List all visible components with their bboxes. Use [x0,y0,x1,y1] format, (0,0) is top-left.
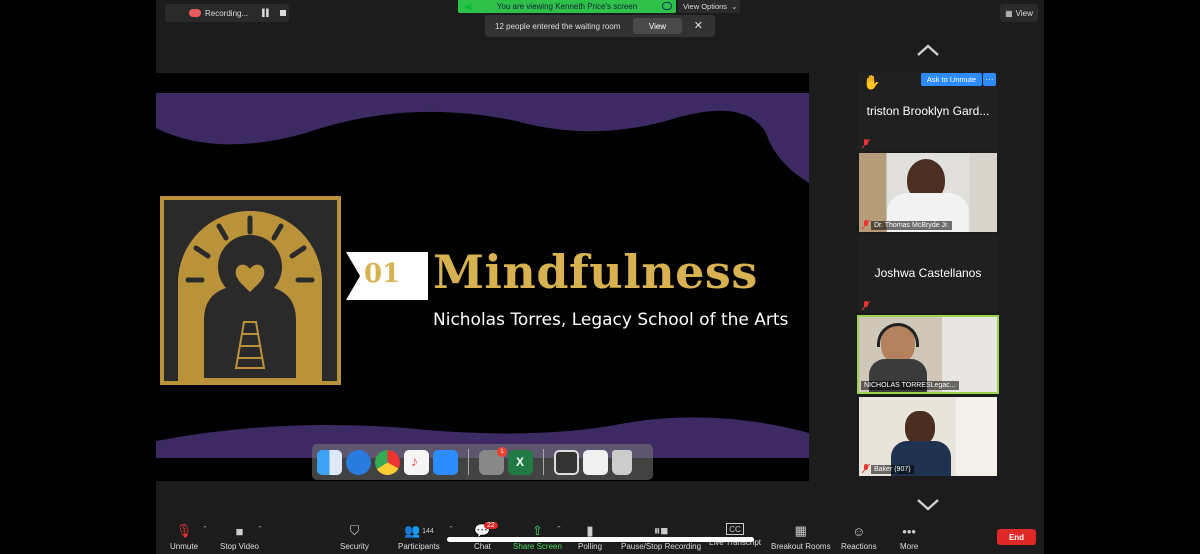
viewing-screen-banner: ◀) You are viewing Kenneth Price's scree… [458,0,676,13]
shared-screen-slide: 01 Mindfulness Nicholas Torres, Legacy S… [156,73,809,481]
participant-tile[interactable]: Joshwa Castellanos [859,234,997,313]
excel-icon[interactable]: X [508,449,533,475]
dock-separator [468,449,469,475]
participants-count: 144 [422,527,434,535]
dock-separator [543,449,544,475]
end-meeting-button[interactable]: End [997,529,1036,545]
participant-name: triston Brooklyn Gard... [866,104,990,118]
closed-caption-icon: CC [726,523,744,535]
notification-badge: 1 [497,446,507,457]
chevron-down-icon: ⌄ [731,2,738,11]
reactions-button[interactable]: ☺ Reactions [841,523,877,552]
trash-icon[interactable] [612,449,632,475]
participants-button[interactable]: 👥 144 Participants [398,523,440,551]
participant-tile[interactable]: Baker (907) [859,397,997,476]
security-button[interactable]: ⛉ Security [340,523,369,551]
school-logo [160,196,341,385]
recording-label: Recording... [205,8,249,18]
zoom-icon[interactable] [433,449,458,475]
live-transcript-button[interactable]: CC Live Transcript [709,523,761,547]
participant-tile[interactable]: Dr. Thomas McBryde Jr. [859,153,997,232]
stop-video-button[interactable]: ■ Stop Video [220,523,259,552]
participant-name: NICHOLAS TORRESLegac... [861,381,959,390]
finder-icon[interactable] [317,449,342,475]
mic-muted-icon [862,464,870,473]
pause-recording-icon[interactable]: ▌▌ [262,10,271,17]
viewing-banner-text: You are viewing Kenneth Price's screen [496,2,638,11]
section-number: 01 [364,259,401,289]
mic-muted-icon: 🎙 [175,523,193,538]
slide-title: Mindfulness [433,245,758,299]
unmute-button[interactable]: 🎙 Unmute [170,523,198,551]
speaker-icon: ◀) [464,2,473,11]
more-button[interactable]: ••• More [900,523,918,552]
view-options-label: View Options [683,2,728,11]
safari-icon[interactable] [346,449,371,475]
active-speaker-tile[interactable]: NICHOLAS TORRESLegac... [857,315,999,394]
view-options-dropdown[interactable]: View Options ⌄ [678,0,740,13]
horizontal-scrollbar[interactable] [447,537,754,542]
macos-dock: ♪ 1 X [312,444,653,480]
ask-to-unmute-button[interactable]: Ask to Unmute [921,73,982,86]
waiting-room-notification: 12 people entered the waiting room View … [485,15,715,37]
scroll-down-arrow-icon[interactable] [916,497,940,511]
slide-subtitle: Nicholas Torres, Legacy School of the Ar… [433,310,789,330]
scroll-up-arrow-icon[interactable] [916,43,940,57]
screen: Recording... ▌▌ ◀) You are viewing Kenne… [0,0,1200,554]
participant-more-button[interactable]: ··· [983,73,996,86]
mic-muted-icon [862,220,870,229]
share-options-caret-icon[interactable]: ⌃ [556,525,562,533]
participants-icon: 👥 144 [403,523,434,538]
chrome-icon[interactable] [375,449,400,475]
cloud-icon [662,2,672,10]
preview-icon[interactable] [583,449,608,475]
video-camera-icon: ■ [235,523,244,539]
video-feed-person [905,411,935,445]
breakout-rooms-icon: ▦ [794,523,807,538]
screenshot-icon[interactable] [554,449,579,475]
recording-indicator: Recording... ▌▌ [165,4,289,22]
participant-name: Baker (907) [871,465,914,474]
breakout-rooms-button[interactable]: ▦ Breakout Rooms [771,523,831,551]
audio-options-caret-icon[interactable]: ⌃ [202,525,208,533]
shield-icon: ⛉ [349,523,360,538]
smiley-plus-icon: ☺ [852,523,866,539]
mic-muted-icon [862,139,870,148]
raise-hand-icon: ✋ [863,74,881,90]
waiting-room-view-button[interactable]: View [633,18,682,34]
view-button-label: View [1015,8,1033,18]
video-options-caret-icon[interactable]: ⌃ [257,525,263,533]
participant-name: Joshwa Castellanos [874,266,982,280]
music-icon[interactable]: ♪ [404,449,429,475]
stop-recording-icon[interactable] [280,10,287,16]
chat-unread-badge: 22 [484,522,498,529]
view-layout-button[interactable]: ▦ View [1000,4,1038,22]
participants-caret-icon[interactable]: ⌃ [448,525,454,533]
mic-muted-icon [862,301,870,310]
system-preferences-icon[interactable]: 1 [479,446,507,475]
cloud-recording-icon [189,9,201,17]
ellipsis-icon: ••• [902,523,916,539]
waiting-room-message: 12 people entered the waiting room [495,21,621,31]
grid-icon: ▦ [1005,8,1013,18]
close-icon[interactable]: ✕ [694,19,703,32]
participant-name: Dr. Thomas McBryde Jr. [871,221,952,230]
